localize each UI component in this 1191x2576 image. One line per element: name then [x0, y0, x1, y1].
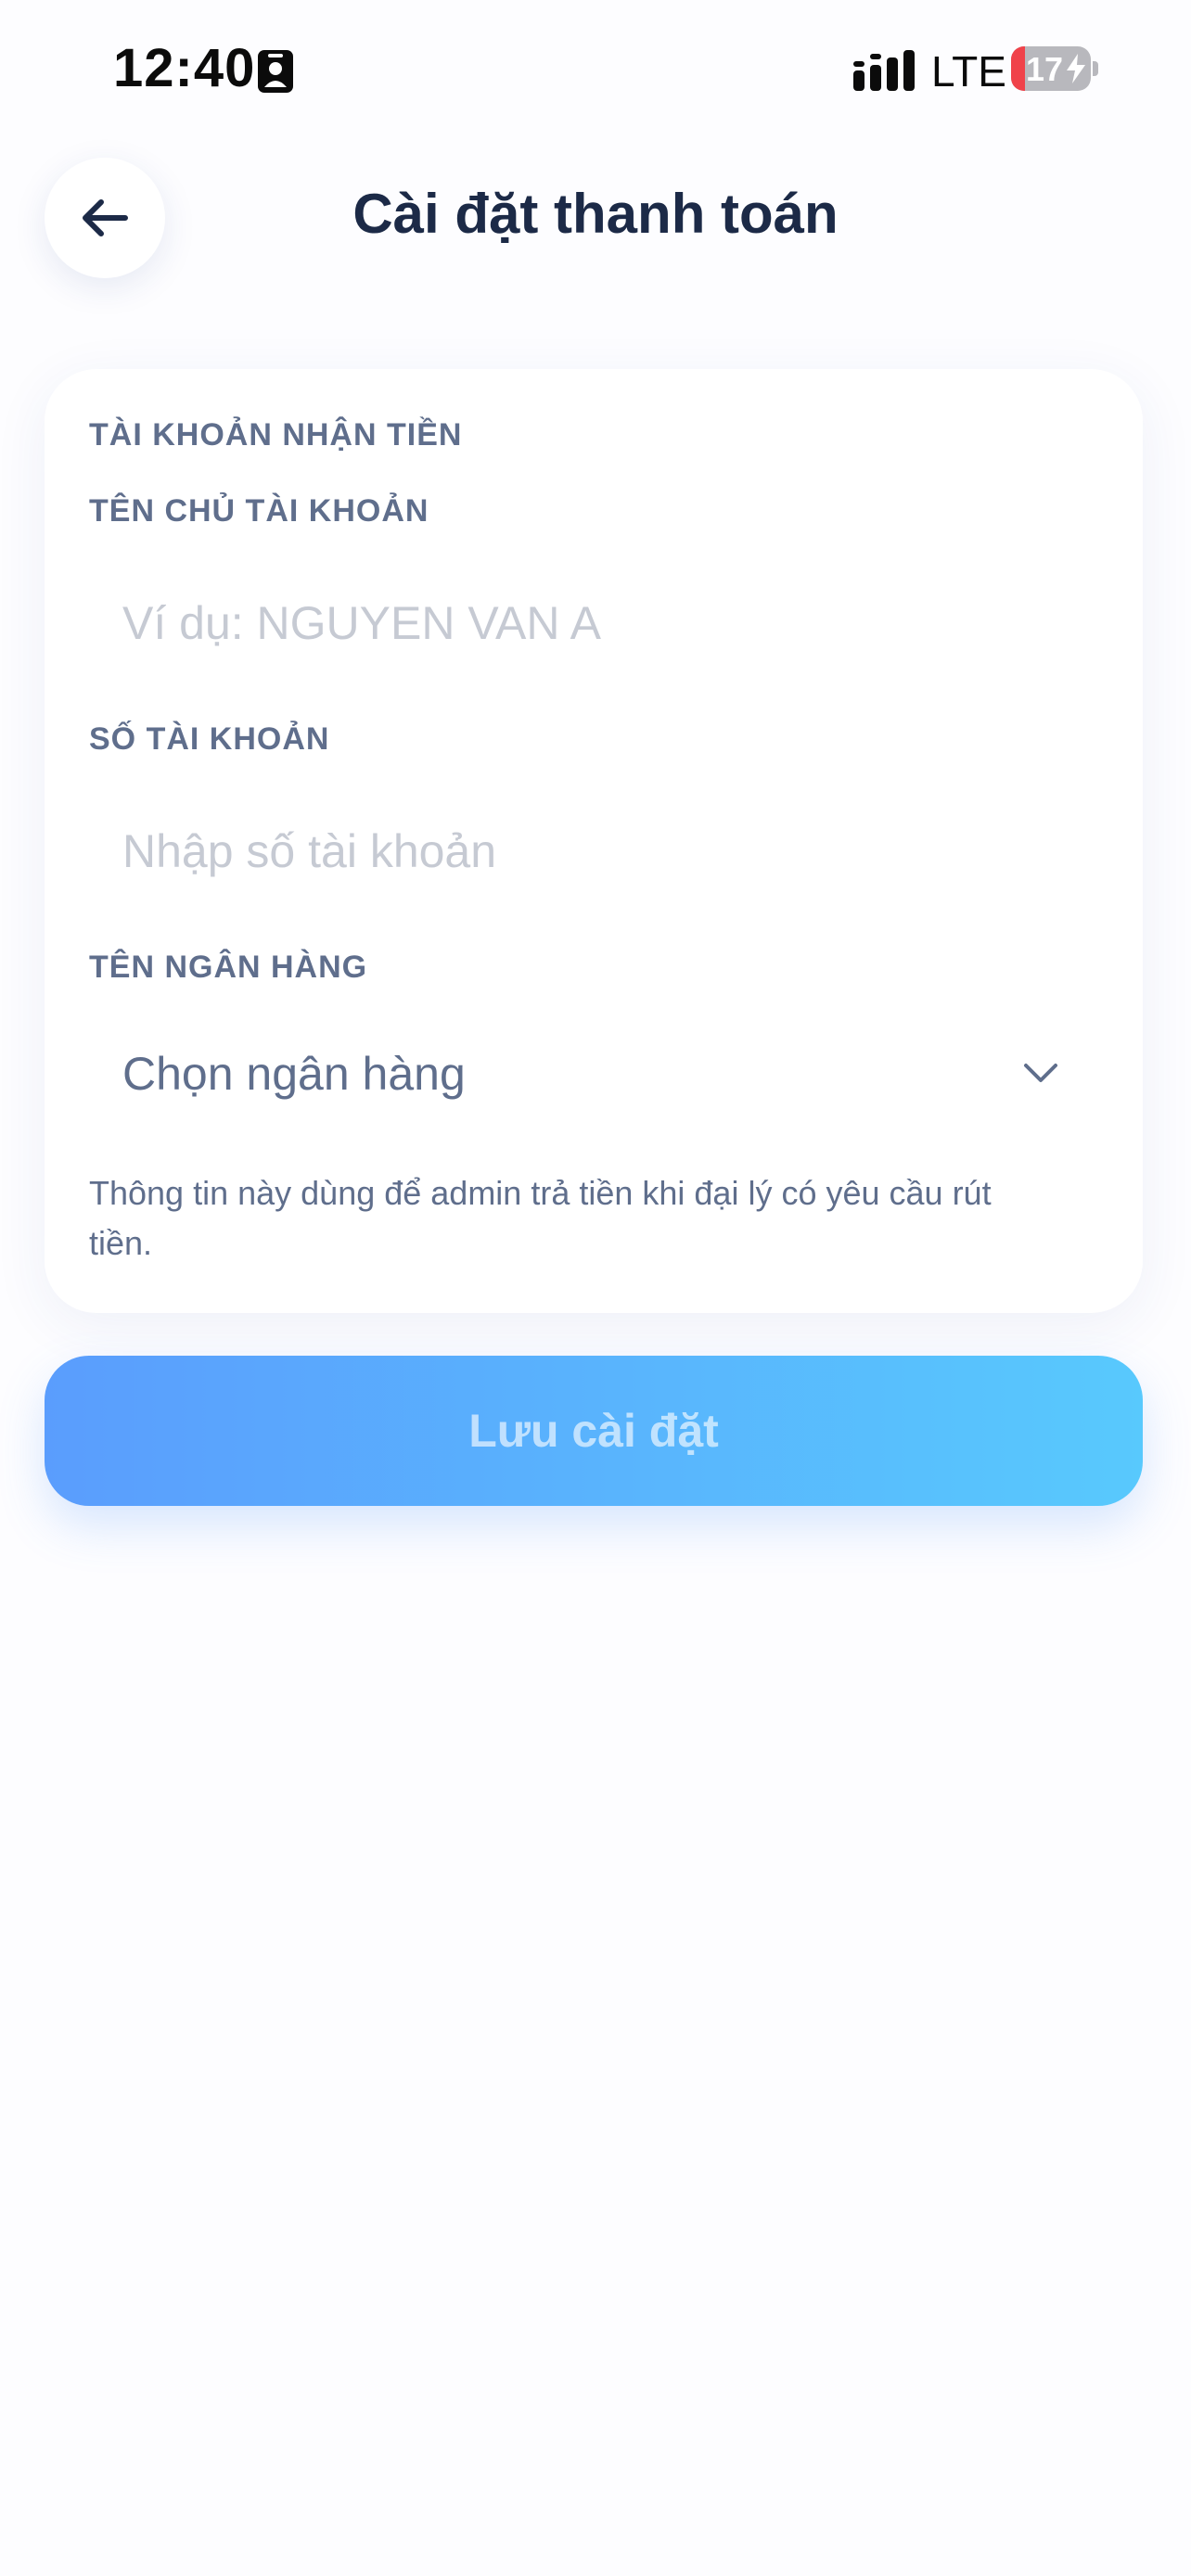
section-title: TÀI KHOẢN NHẬN TIỀN — [89, 417, 463, 453]
account-name-input[interactable] — [89, 567, 1098, 679]
save-settings-label: Lưu cài đặt — [468, 1405, 719, 1457]
page-title: Cài đặt thanh toán — [352, 183, 839, 245]
account-number-input[interactable] — [89, 796, 1098, 907]
chevron-down-icon — [1024, 1064, 1057, 1082]
network-type: LTE — [931, 47, 1006, 96]
account-number-label: SỐ TÀI KHOẢN — [89, 721, 330, 757]
charging-bolt-icon — [1067, 54, 1085, 83]
payment-settings-screen: 12:40 LTE 17 Cài đặt thanh toán TÀI KHOẢ… — [0, 0, 1191, 2576]
account-name-label: TÊN CHỦ TÀI KHOẢN — [89, 493, 429, 529]
bank-select-value: Chọn ngân hàng — [122, 1048, 466, 1100]
battery-body: 17 — [1011, 46, 1091, 91]
helper-text: Thông tin này dùng để admin trả tiền khi… — [89, 1174, 992, 1262]
save-settings-button[interactable]: Lưu cài đặt — [45, 1356, 1143, 1506]
bank-name-label: TÊN NGÂN HÀNG — [89, 950, 368, 985]
battery-cap — [1093, 61, 1098, 76]
signal-icon — [853, 50, 915, 91]
status-time: 12:40 — [113, 38, 256, 98]
battery-indicator: 17 — [1011, 46, 1100, 93]
bank-select[interactable]: Chọn ngân hàng — [89, 1018, 1098, 1129]
id-card-icon — [258, 50, 293, 93]
bank-account-card: TÀI KHOẢN NHẬN TIỀN TÊN CHỦ TÀI KHOẢN SỐ… — [45, 369, 1143, 1313]
status-bar: 12:40 LTE 17 — [0, 0, 1191, 139]
